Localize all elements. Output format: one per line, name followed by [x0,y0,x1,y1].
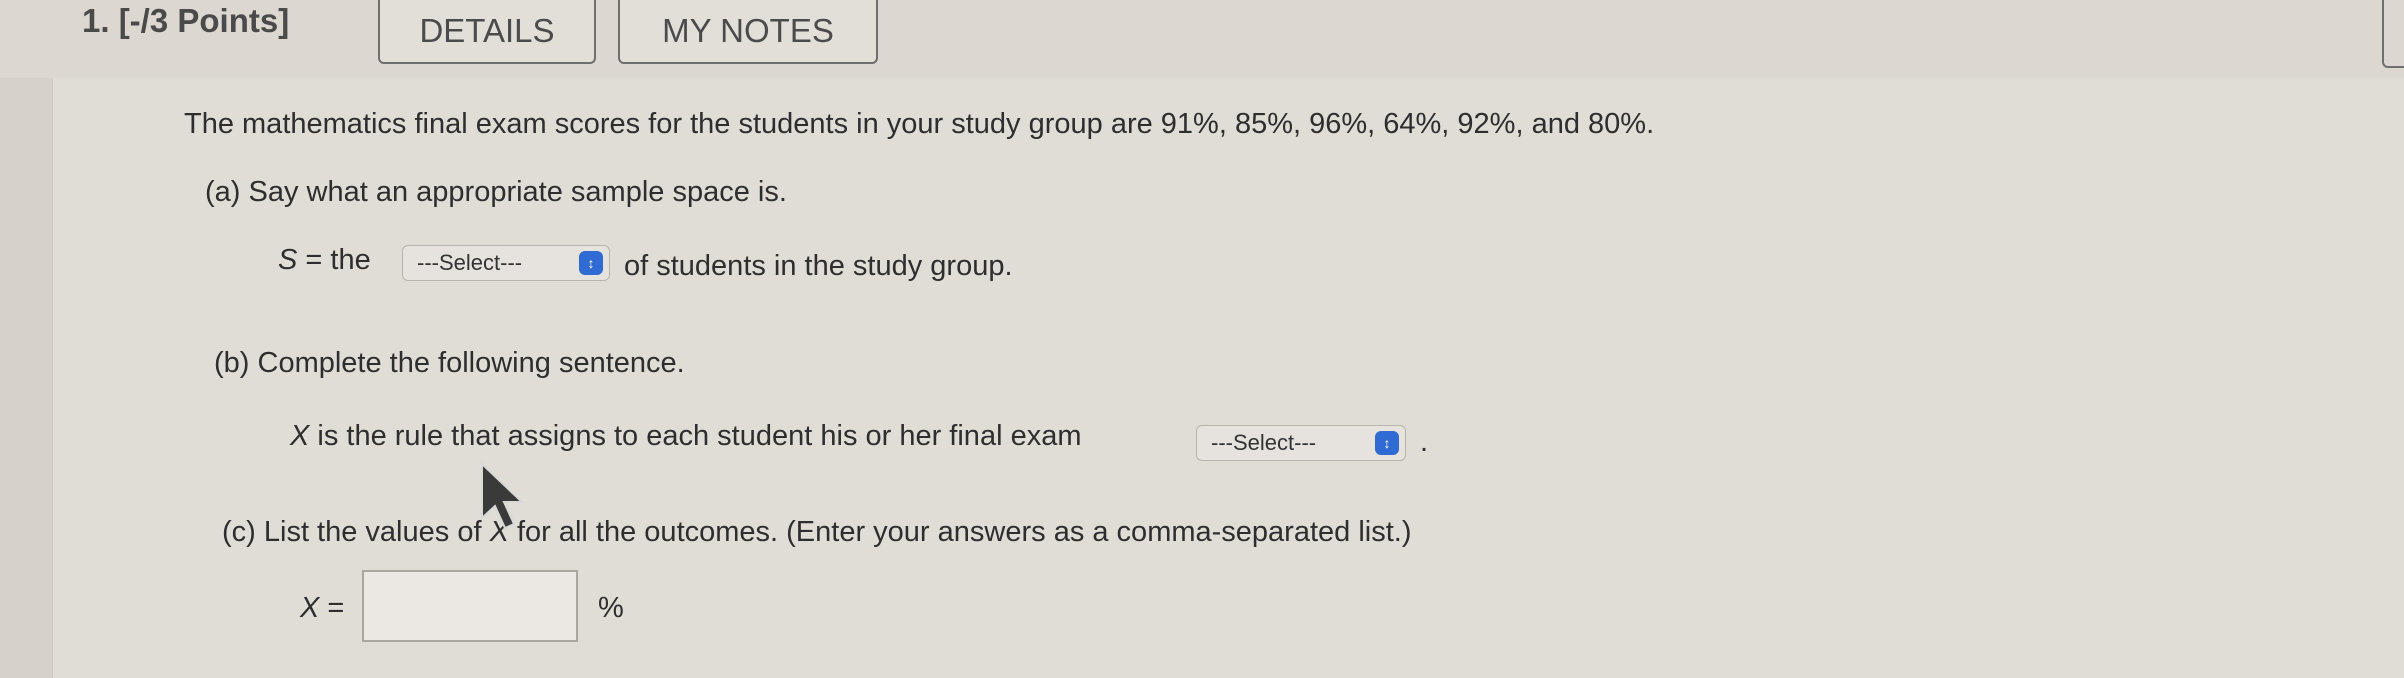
x-values-input[interactable] [362,570,578,642]
percent-unit: % [598,592,624,624]
mouse-pointer-icon [481,462,525,530]
rule-text: is the rule that assigns to each student… [309,420,1082,452]
equals-sign: = [319,592,345,624]
part-c-label-after: for all the outcomes. (Enter your answer… [508,516,1412,548]
chevron-updown-icon: ↕ [579,251,603,275]
sample-space-suffix: of students in the study group. [624,250,1013,282]
sample-space-select-value: ---Select--- [417,250,523,275]
sample-space-prefix: S = the [278,244,371,277]
part-b-label: (b) Complete the following sentence. [214,347,685,379]
chevron-updown-icon: ↕ [1375,431,1399,455]
part-a-label: (a) Say what an appropriate sample space… [205,176,787,208]
sample-space-select[interactable]: ---Select--- ↕ [402,245,610,281]
details-button[interactable]: DETAILS [378,0,596,64]
question-intro: The mathematics final exam scores for th… [184,108,1655,140]
x-variable: X [290,420,310,452]
final-exam-select[interactable]: ---Select--- ↕ [1196,425,1406,461]
x-variable: X [300,592,320,624]
header-edge-button[interactable] [2382,0,2404,68]
final-exam-select-value: ---Select--- [1211,430,1317,455]
s-prefix-text: = the [297,244,371,276]
x-equals-label: X = [300,592,344,625]
my-notes-button[interactable]: MY NOTES [618,0,878,64]
part-c-label: (c) List the values of X for all the out… [222,516,1412,549]
part-c-label-before: (c) List the values of [222,516,490,548]
rule-period: . [1420,426,1429,458]
question-header [0,0,2404,78]
rule-sentence: X is the rule that assigns to each stude… [290,420,1081,453]
question-points: 1. [-/3 Points] [82,2,290,39]
s-variable: S [278,244,298,276]
